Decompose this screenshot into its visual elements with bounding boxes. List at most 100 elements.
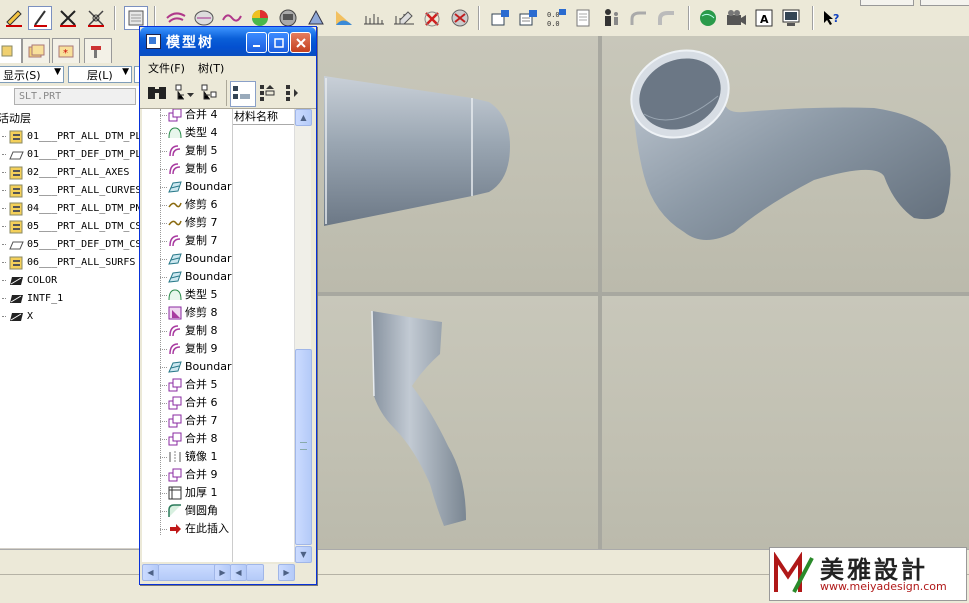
scroll-right-button[interactable]: ▶ xyxy=(278,564,295,581)
tree-item[interactable]: Boundar xyxy=(142,268,232,286)
svg-text:0.0: 0.0 xyxy=(547,11,560,19)
layer-item[interactable]: INTF_1 xyxy=(0,290,140,308)
mirror-icon xyxy=(168,450,182,464)
assembly-icon[interactable] xyxy=(516,6,540,30)
tree-item-label: 倒圆角 xyxy=(185,504,218,517)
person-icon[interactable] xyxy=(600,6,624,30)
favorites-tab[interactable]: * xyxy=(52,38,80,63)
monitor-icon[interactable] xyxy=(780,6,804,30)
layer-item[interactable]: 03___PRT_ALL_CURVES xyxy=(0,182,140,200)
model-tree-titlebar[interactable]: 模型树 xyxy=(140,27,316,56)
layer-filter-input[interactable]: SLT.PRT xyxy=(14,88,136,105)
pipe-icon[interactable] xyxy=(656,6,680,30)
globe-icon[interactable] xyxy=(696,6,720,30)
menu-tree[interactable]: 树(T) xyxy=(198,60,224,76)
tree-settings-icon[interactable] xyxy=(200,83,222,103)
letter-a-icon[interactable]: A xyxy=(752,6,776,30)
layer-panel: * 显示(S) ▼ 层(L) ▼ SLT.PRT 活动层 01___PRT_ALL_… xyxy=(0,36,142,548)
camera-icon[interactable] xyxy=(724,6,748,30)
tree-item[interactable]: 合并 5 xyxy=(142,376,232,394)
layer-item[interactable]: 05___PRT_DEF_DTM_CS xyxy=(0,236,140,254)
material-column-header[interactable]: 材料名称 xyxy=(233,109,295,125)
tree-item-label: 修剪 8 xyxy=(185,306,218,319)
tree-item[interactable]: 复制 6 xyxy=(142,160,232,178)
scroll-left-button-right[interactable]: ◀ xyxy=(230,564,247,581)
tree-item[interactable]: Boundar xyxy=(142,250,232,268)
menu-file[interactable]: 文件(F) xyxy=(148,60,185,76)
tree-item[interactable]: Boundar xyxy=(142,358,232,376)
minimize-button[interactable] xyxy=(246,32,267,53)
layer-item[interactable]: 02___PRT_ALL_AXES xyxy=(0,164,140,182)
tree-item[interactable]: Boundar xyxy=(142,178,232,196)
tree-item[interactable]: 类型 5 xyxy=(142,286,232,304)
coord-icon[interactable]: 0.0 0.0 xyxy=(544,6,568,30)
folder-tab[interactable] xyxy=(22,38,50,63)
layer-icon xyxy=(9,184,24,198)
tree-item[interactable]: 复制 9 xyxy=(142,340,232,358)
horizontal-scrollbar[interactable]: ◀ ▶ ◀ ▶ xyxy=(142,564,295,581)
expand-icon[interactable] xyxy=(258,83,278,103)
layer-item[interactable]: 01___PRT_ALL_DTM_PL xyxy=(0,128,140,146)
layer-item[interactable]: COLOR xyxy=(0,272,140,290)
help-icon[interactable]: ? xyxy=(820,6,844,30)
tree-item[interactable]: 合并 8 xyxy=(142,430,232,448)
columns-icon[interactable] xyxy=(230,81,256,107)
scroll-right-button-left[interactable]: ▶ xyxy=(214,564,231,581)
axis-icon[interactable] xyxy=(84,6,108,30)
layer-item[interactable]: 05___PRT_ALL_DTM_CS xyxy=(0,218,140,236)
tree-item[interactable]: 修剪 8 xyxy=(142,304,232,322)
component-icon[interactable] xyxy=(488,6,512,30)
tool-tab[interactable] xyxy=(84,38,112,63)
layer-item[interactable]: X xyxy=(0,308,140,326)
edit-icon[interactable] xyxy=(392,6,416,30)
show-dropdown[interactable]: 显示(S) ▼ xyxy=(0,66,64,83)
tree-item[interactable]: 倒圆角 xyxy=(142,502,232,520)
maximize-button[interactable] xyxy=(268,32,289,53)
layer-item[interactable]: 04___PRT_ALL_DTM_PN xyxy=(0,200,140,218)
binoculars-icon[interactable] xyxy=(146,83,168,103)
tree-item[interactable]: 合并 7 xyxy=(142,412,232,430)
tree-item[interactable]: 合并 4 xyxy=(142,109,232,124)
close-button[interactable] xyxy=(290,32,311,53)
doc-icon[interactable] xyxy=(572,6,596,30)
tree-filter-icon[interactable] xyxy=(174,83,196,103)
scroll-up-button[interactable]: ▲ xyxy=(295,109,312,126)
layer-item[interactable]: 01___PRT_DEF_DTM_PL xyxy=(0,146,140,164)
merge-icon xyxy=(168,378,182,392)
layer-dropdown[interactable]: 层(L) ▼ xyxy=(68,66,132,83)
layer-label: INTF_1 xyxy=(27,293,64,304)
scroll-left-button[interactable]: ◀ xyxy=(142,564,159,581)
tree-item[interactable]: 修剪 6 xyxy=(142,196,232,214)
vertical-scrollbar[interactable]: ▲ ▼ xyxy=(294,109,312,563)
tree-item[interactable]: 复制 5 xyxy=(142,142,232,160)
scroll-down-button[interactable]: ▼ xyxy=(295,546,312,563)
graph-icon[interactable] xyxy=(362,6,386,30)
delete-icon[interactable] xyxy=(420,6,444,30)
tree-item[interactable]: 复制 8 xyxy=(142,322,232,340)
tree-item[interactable]: 合并 9 xyxy=(142,466,232,484)
tree-item-label: Boundar xyxy=(185,180,232,193)
model-tree-tab[interactable] xyxy=(0,38,22,63)
tree-item[interactable]: 加厚 1 xyxy=(142,484,232,502)
layer-icon xyxy=(9,274,24,288)
tree-item[interactable]: 复制 7 xyxy=(142,232,232,250)
regen-icon[interactable] xyxy=(448,6,472,30)
layer-list: 01___PRT_ALL_DTM_PL 01___PRT_DEF_DTM_PL 02… xyxy=(0,128,140,328)
layer-item[interactable]: 06___PRT_ALL_SURFS xyxy=(0,254,140,272)
shading-icon[interactable] xyxy=(332,6,356,30)
pen-icon[interactable] xyxy=(28,6,52,30)
plane-icon[interactable] xyxy=(56,6,80,30)
part-side-view xyxy=(324,76,510,226)
tree-item[interactable]: 合并 6 xyxy=(142,394,232,412)
tree-item[interactable]: 修剪 7 xyxy=(142,214,232,232)
scroll-thumb[interactable] xyxy=(295,349,312,545)
tree-item[interactable]: 镜像 1 xyxy=(142,448,232,466)
spline-icon[interactable] xyxy=(628,6,652,30)
sketch-icon[interactable] xyxy=(2,6,26,30)
collapse-icon[interactable] xyxy=(284,83,304,103)
layer-icon xyxy=(9,220,24,234)
graphics-viewport[interactable] xyxy=(314,36,969,549)
hscroll-thumb-right[interactable] xyxy=(246,564,264,581)
tree-item[interactable]: 类型 4 xyxy=(142,124,232,142)
tree-item[interactable]: 在此插入 xyxy=(142,520,232,538)
